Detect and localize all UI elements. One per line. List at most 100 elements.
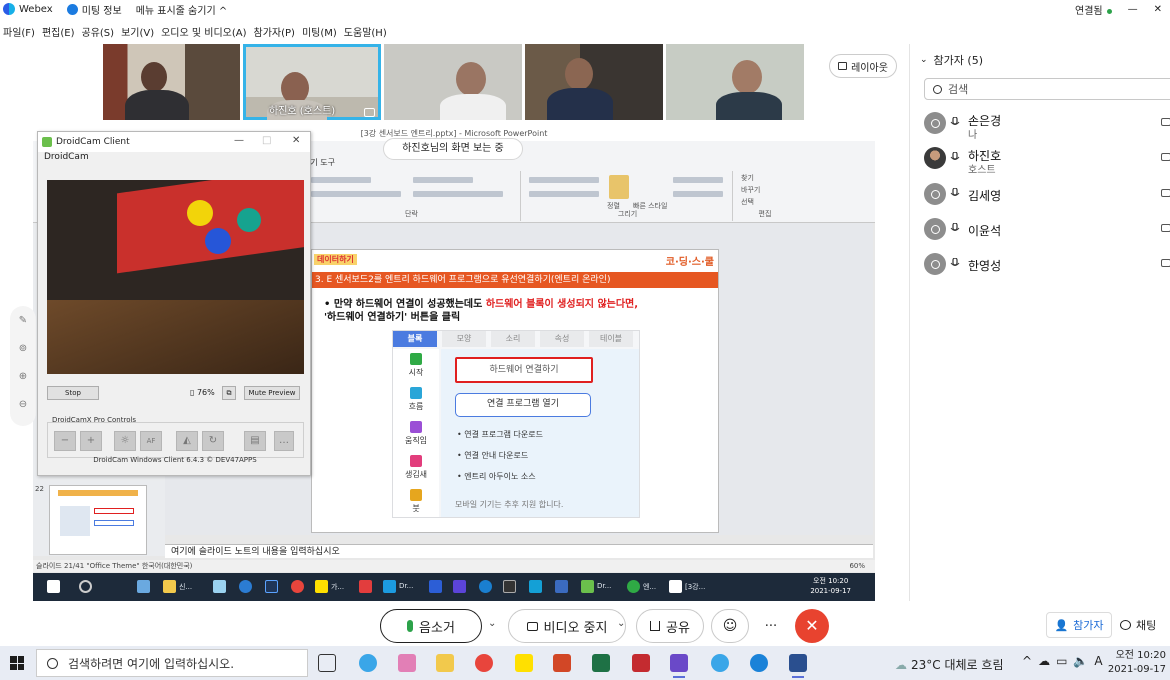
- droidcam-close-button[interactable]: ✕: [292, 135, 300, 146]
- weather-widget[interactable]: ☁ 23°C 대체로 흐림: [895, 656, 1003, 673]
- rotate-icon[interactable]: ↻: [202, 431, 224, 451]
- video-camera-icon: [526, 621, 538, 631]
- microphone-icon: [950, 152, 960, 160]
- chrome-icon[interactable]: [475, 654, 493, 672]
- info-icon: [66, 3, 78, 15]
- close-window-button[interactable]: ✕: [1154, 4, 1162, 15]
- video-thumbnail-3[interactable]: [384, 44, 522, 120]
- menu-file[interactable]: 파일(F): [3, 24, 35, 39]
- input-language[interactable]: A: [1094, 654, 1102, 668]
- chat-tab-button[interactable]: 채팅: [1120, 612, 1156, 638]
- ribbon-group-edit: 찾기 바꾸기 선택 편집: [741, 173, 772, 218]
- folder-icon[interactable]: [436, 654, 454, 672]
- app-icon[interactable]: [632, 654, 650, 672]
- mute-options-chevron-icon[interactable]: ⌄: [488, 618, 496, 629]
- zoom-in-icon[interactable]: ⊕: [14, 368, 32, 386]
- droidcam-minimize-button[interactable]: —: [234, 135, 244, 146]
- zoom-out-icon[interactable]: −: [54, 431, 76, 451]
- participant-row[interactable]: 손은경 나: [922, 108, 1170, 141]
- stop-video-button[interactable]: 비디오 중지: [508, 609, 626, 643]
- participants-tab-button[interactable]: 👤 참가자: [1046, 612, 1112, 638]
- person-icon: 👤: [1054, 618, 1069, 632]
- camera-icon: [1161, 224, 1170, 232]
- flip-icon[interactable]: ◭: [176, 431, 198, 451]
- excel-icon[interactable]: [592, 654, 610, 672]
- participant-search-input[interactable]: 검색: [924, 78, 1170, 100]
- ribbon-replace[interactable]: 바꾸기: [741, 185, 760, 195]
- participant-row[interactable]: 한영성: [922, 249, 1170, 279]
- more-button[interactable]: ···: [754, 609, 788, 643]
- droidcam-maximize-button[interactable]: □: [262, 135, 271, 146]
- participants-header[interactable]: ⌄ 참가자 (5): [920, 52, 983, 68]
- ribbon-select[interactable]: 선택: [741, 197, 754, 207]
- entry-tab-attr: 속성: [540, 331, 584, 347]
- tray-chevron-up-icon[interactable]: ^: [1022, 654, 1032, 668]
- battery-icon[interactable]: ▭: [1056, 654, 1067, 668]
- layout-button[interactable]: 레이아웃: [829, 54, 897, 78]
- ie-icon[interactable]: [359, 654, 377, 672]
- more-options-icon[interactable]: …: [274, 431, 294, 451]
- camera-icon: [1161, 153, 1170, 161]
- participant-row[interactable]: 이윤석: [922, 214, 1170, 244]
- annotate-icon[interactable]: ✎: [14, 312, 32, 330]
- menu-help[interactable]: 도움말(H): [344, 24, 387, 39]
- kakaotalk-icon[interactable]: [515, 654, 533, 672]
- share-button[interactable]: 공유: [636, 609, 704, 643]
- video-thumbnail-host[interactable]: 하진호 (호스트): [243, 44, 381, 120]
- menu-view[interactable]: 보기(V): [121, 24, 154, 39]
- video-options-chevron-icon[interactable]: ⌄: [617, 618, 625, 629]
- search-icon: [47, 657, 58, 669]
- minimize-button[interactable]: —: [1128, 4, 1138, 15]
- edge-icon[interactable]: [750, 654, 768, 672]
- photoshop-icon: [265, 580, 278, 593]
- taskbar-search-input[interactable]: 검색하려면 여기에 입력하십시오.: [36, 649, 308, 677]
- zoom-out-icon[interactable]: ⊖: [14, 396, 32, 414]
- menu-participants[interactable]: 참가자(P): [254, 24, 295, 39]
- windows-start-button[interactable]: [10, 656, 24, 670]
- stop-button[interactable]: Stop: [47, 386, 99, 400]
- task-view-icon[interactable]: [318, 654, 336, 672]
- ribbon-find[interactable]: 찾기: [741, 173, 754, 183]
- powerpoint-icon[interactable]: [553, 654, 571, 672]
- meeting-info-button[interactable]: 미팅 정보: [66, 2, 122, 17]
- media-player-icon[interactable]: [670, 654, 688, 678]
- share-icon: [650, 621, 661, 631]
- brush-icon: [410, 489, 422, 501]
- camera-icon: [1161, 259, 1170, 267]
- reactions-button[interactable]: ☺: [711, 609, 749, 643]
- cloud-sync-icon[interactable]: ☁: [1038, 654, 1050, 668]
- hide-menu-button[interactable]: 메뉴 표시줄 숨기기 ^: [136, 2, 228, 17]
- video-thumbnail-5[interactable]: [666, 44, 804, 120]
- video-thumbnail-4[interactable]: [525, 44, 663, 120]
- slide-thumbnail-22[interactable]: [49, 485, 147, 555]
- app-icon[interactable]: [398, 654, 416, 672]
- menu-meeting[interactable]: 미팅(M): [302, 24, 337, 39]
- brightness-icon[interactable]: ☼: [114, 431, 136, 451]
- webex-icon[interactable]: [789, 654, 807, 678]
- resolution-icon[interactable]: ▤: [244, 431, 266, 451]
- pointer-icon[interactable]: ⊚: [14, 340, 32, 358]
- ppt-status-bar: 슬라이드 21/41 "Office Theme" 한국어(대한민국) 60%: [33, 560, 875, 572]
- autofocus-icon[interactable]: AF: [140, 431, 162, 451]
- microphone-icon: [950, 258, 960, 266]
- copy-icon[interactable]: ⧉: [222, 386, 236, 400]
- mute-button[interactable]: 음소거: [380, 609, 482, 643]
- mute-preview-button[interactable]: Mute Preview: [244, 386, 300, 400]
- zoom-in-icon[interactable]: +: [80, 431, 102, 451]
- participant-row[interactable]: 하진호 호스트: [922, 143, 1170, 176]
- participant-row[interactable]: 김세영: [922, 179, 1170, 209]
- microphone-icon: [407, 620, 414, 632]
- entry-list-item: • 연결 프로그램 다운로드: [457, 430, 543, 439]
- video-thumbnail-1[interactable]: [103, 44, 240, 120]
- ie-icon[interactable]: [711, 654, 729, 672]
- slide-tag: 데이터하기: [314, 254, 357, 265]
- taskbar-clock[interactable]: 오전 10:20 2021-09-17: [1108, 649, 1166, 677]
- menu-audio-video[interactable]: 오디오 및 비디오(A): [161, 24, 246, 39]
- volume-icon[interactable]: 🔈: [1073, 654, 1088, 668]
- leave-meeting-button[interactable]: ✕: [795, 609, 829, 643]
- app-titlebar: Webex 미팅 정보 메뉴 표시줄 숨기기 ^ 연결됨 — ✕: [0, 0, 1170, 18]
- droidcam-menu[interactable]: DroidCam: [38, 152, 310, 166]
- menu-edit[interactable]: 편집(E): [42, 24, 75, 39]
- menu-share[interactable]: 공유(S): [82, 24, 115, 39]
- windows-start-icon: [47, 580, 60, 593]
